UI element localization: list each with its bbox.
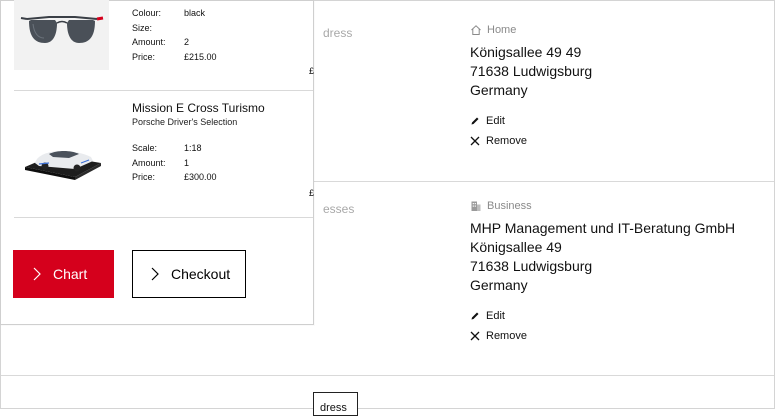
spec-row: Amount: 2 (132, 35, 217, 50)
address-line: Germany (470, 82, 528, 98)
spec-row: Colour: black (132, 6, 217, 21)
cart-item: Mission E Cross Turismo Porsche Driver's… (14, 90, 315, 218)
spec-row: Amount: 1 (132, 156, 265, 171)
product-details: Mission E Cross Turismo Porsche Driver's… (132, 100, 265, 185)
edit-address-button[interactable]: Edit (470, 309, 735, 323)
edit-label: Edit (486, 115, 505, 127)
line-total-price: £ (309, 66, 315, 76)
address-line: Germany (470, 277, 528, 293)
remove-address-button[interactable]: Remove (470, 329, 735, 343)
remove-address-button[interactable]: Remove (470, 134, 592, 148)
product-details: Colour: black Size: Amount: 2 Price: £21… (132, 6, 217, 64)
address-line: Königsallee 49 49 (470, 44, 582, 60)
model-car-image (24, 150, 101, 180)
spec-value: 2 (184, 37, 190, 47)
section-label: dress (323, 26, 353, 40)
spec-value: black (184, 8, 206, 18)
spec-key: Price: (132, 172, 156, 182)
chevron-right-icon (33, 267, 53, 281)
spec-value: £300.00 (184, 172, 217, 182)
checkout-button-label: Checkout (171, 266, 231, 282)
spec-value: 1 (184, 157, 190, 168)
spec-row: Price: £215.00 (132, 50, 217, 65)
address-line: MHP Management und IT-Beratung GmbH (470, 220, 736, 236)
spec-key: Size: (132, 22, 153, 33)
checkout-button[interactable]: Checkout (132, 250, 246, 298)
close-icon (470, 136, 480, 146)
remove-label: Remove (486, 135, 527, 147)
product-subtitle: Porsche Driver's Selection (132, 117, 238, 127)
spec-key: Scale: (132, 143, 158, 153)
product-image-sunglasses[interactable] (14, 0, 109, 70)
pencil-icon (470, 116, 480, 126)
spec-value: 1:18 (184, 143, 202, 153)
address-type-label: Home (487, 24, 517, 36)
address-line: 71638 Ludwigsburg (470, 63, 593, 79)
cart-item: Colour: black Size: Amount: 2 Price: £21… (14, 0, 315, 91)
address-type: Business (470, 198, 735, 214)
add-address-button[interactable]: dress (313, 392, 358, 416)
chart-button-label: Chart (53, 266, 88, 282)
address-card-business: Business MHP Management und IT-Beratung … (470, 198, 735, 343)
spec-key: Amount: (132, 157, 166, 168)
spec-key: Price: (132, 51, 156, 62)
cart-panel: Colour: black Size: Amount: 2 Price: £21… (0, 0, 314, 325)
product-image-model-car[interactable] (14, 118, 109, 197)
spec-row: Scale: 1:18 (132, 141, 265, 156)
edit-address-button[interactable]: Edit (470, 114, 592, 128)
chart-button[interactable]: Chart (13, 250, 114, 298)
address-lines: Königsallee 49 49 71638 Ludwigsburg Germ… (470, 43, 592, 100)
spec-key: Colour: (132, 8, 162, 18)
edit-label: Edit (486, 310, 505, 322)
close-icon (470, 331, 480, 341)
home-icon (470, 24, 482, 36)
product-title[interactable]: Mission E Cross Turismo (132, 100, 265, 116)
address-lines: MHP Management und IT-Beratung GmbH Köni… (470, 219, 735, 295)
address-type-label: Business (487, 200, 532, 212)
pencil-icon (470, 311, 480, 321)
address-type: Home (470, 22, 592, 38)
address-line: Königsallee 49 (470, 239, 562, 255)
sunglasses-image (20, 15, 103, 43)
section-label: esses (323, 202, 355, 216)
line-total-price: £ (309, 188, 315, 198)
spec-row: Size: (132, 21, 217, 36)
remove-label: Remove (486, 330, 527, 342)
address-line: 71638 Ludwigsburg (470, 258, 593, 274)
spec-key: Amount: (132, 37, 166, 47)
building-icon (470, 200, 482, 212)
address-card-home: Home Königsallee 49 49 71638 Ludwigsburg… (470, 22, 592, 148)
spec-value: £215.00 (184, 51, 217, 62)
spec-row: Price: £300.00 (132, 170, 265, 185)
chevron-right-icon (151, 267, 171, 281)
